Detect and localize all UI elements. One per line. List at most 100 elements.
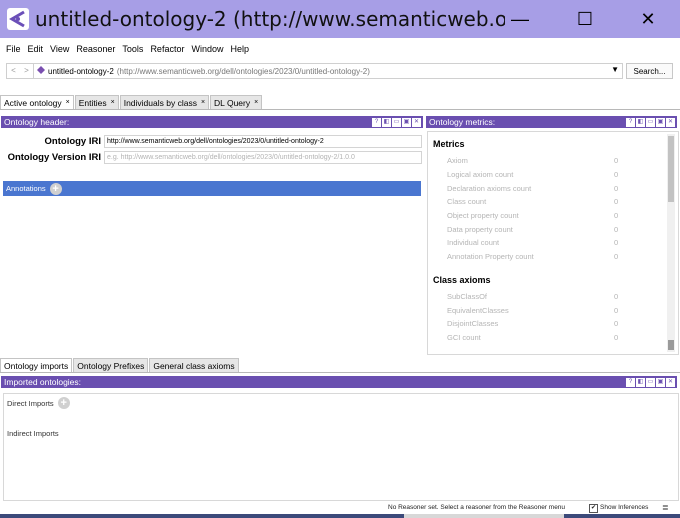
metric-row: Individual count 0 [428, 236, 678, 250]
metric-row: Class count 0 [428, 195, 678, 209]
help-icon[interactable]: ? [626, 378, 635, 387]
help-icon[interactable]: ? [372, 118, 381, 127]
ontology-iri-input[interactable]: http://www.semanticweb.org/dell/ontologi… [104, 135, 422, 148]
add-import-icon[interactable]: + [57, 397, 70, 409]
metric-value: 0 [614, 183, 619, 193]
log-menu-icon[interactable]: ≣ [662, 503, 669, 512]
tab-general-class-axioms[interactable]: General class axioms [149, 358, 239, 372]
metric-value: 0 [614, 197, 619, 207]
imports-list[interactable]: Direct Imports + Indirect Imports [3, 393, 679, 501]
menu-help[interactable]: Help [230, 44, 249, 54]
metric-value: 0 [614, 224, 619, 234]
workspace-tabs: Active ontology × Entities × Individuals… [0, 95, 680, 110]
metrics-list[interactable]: Metrics Axiom 0 Logical axiom count 0 Decl… [427, 131, 679, 355]
tab-close-icon[interactable]: × [254, 99, 258, 106]
split-icon[interactable]: ◧ [636, 378, 645, 387]
forward-button[interactable]: > [20, 64, 33, 78]
metric-label: DisjointClasses [447, 319, 499, 329]
class-axioms-heading: Class axioms [433, 274, 491, 285]
split-icon[interactable]: ◧ [636, 118, 645, 127]
tab-individuals-by-class[interactable]: Individuals by class × [119, 95, 210, 109]
tab-ontology-imports[interactable]: Ontology imports [0, 358, 73, 372]
close-button[interactable]: ✕ [618, 0, 678, 38]
ontology-address-bar: < > untitled-ontology-2 (http://www.sema… [0, 60, 680, 82]
direct-imports-label: Direct Imports [7, 398, 54, 408]
menu-refactor[interactable]: Refactor [150, 44, 184, 54]
tab-label: Ontology imports [4, 360, 69, 371]
metric-value: 0 [614, 332, 619, 342]
tab-close-icon[interactable]: × [66, 99, 70, 106]
tab-close-icon[interactable]: × [201, 99, 205, 106]
indirect-imports-label: Indirect Imports [7, 429, 59, 438]
metric-row: Logical axiom count 0 [428, 168, 678, 182]
panel-title: Imported ontologies: [4, 377, 82, 387]
close-panel-icon[interactable]: ✕ [412, 118, 421, 127]
metric-label: Class count [447, 197, 487, 207]
menu-reasoner[interactable]: Reasoner [76, 44, 115, 54]
float-panel-icon[interactable]: ▣ [402, 118, 411, 127]
float-panel-icon[interactable]: ▣ [656, 378, 665, 387]
menu-view[interactable]: View [50, 44, 69, 54]
menu-file[interactable]: File [6, 44, 21, 54]
annotations-label: Annotations [6, 184, 46, 193]
chevron-down-icon[interactable]: ▼ [611, 65, 619, 74]
tab-dl-query[interactable]: DL Query × [210, 95, 263, 109]
search-button[interactable]: Search... [626, 63, 673, 79]
metric-row: Axiom 0 [428, 154, 678, 168]
show-inferences-checkbox[interactable]: ✔ [589, 504, 598, 513]
minimize-panel-icon[interactable]: ▭ [646, 378, 655, 387]
minimize-panel-icon[interactable]: ▭ [392, 118, 401, 127]
direct-imports-row: Direct Imports + [7, 397, 70, 409]
metric-value: 0 [614, 238, 619, 248]
add-annotation-icon[interactable]: + [49, 182, 62, 195]
tab-ontology-prefixes[interactable]: Ontology Prefixes [73, 358, 149, 372]
metric-row: Annotation Property count 0 [428, 250, 678, 264]
minimize-panel-icon[interactable]: ▭ [646, 118, 655, 127]
metrics-scrollbar[interactable] [667, 134, 675, 352]
float-panel-icon[interactable]: ▣ [656, 118, 665, 127]
maximize-icon: ☐ [576, 8, 594, 29]
taskbar-strip [0, 514, 680, 518]
metric-row: Declaration axioms count 0 [428, 181, 678, 195]
minimize-button[interactable]: — [490, 0, 550, 38]
indirect-imports-row: Indirect Imports [7, 429, 59, 438]
scrollbar-thumb-bottom[interactable] [668, 340, 674, 350]
show-inferences-label: Show Inferences [600, 504, 649, 511]
metric-label: Logical axiom count [447, 170, 514, 180]
metric-label: SubClassOf [447, 291, 488, 301]
tab-label: General class axioms [153, 360, 235, 371]
metric-label: Axiom [447, 156, 468, 166]
reasoner-status-text: No Reasoner set. Select a reasoner from … [388, 504, 566, 511]
metric-label: Declaration axioms count [447, 183, 532, 193]
ontology-version-iri-input[interactable]: e.g. http://www.semanticweb.org/dell/ont… [104, 151, 422, 164]
ontology-diamond-icon [37, 66, 45, 76]
menu-tools[interactable]: Tools [122, 44, 143, 54]
split-icon[interactable]: ◧ [382, 118, 391, 127]
metric-value: 0 [614, 211, 619, 221]
ontology-selector[interactable]: untitled-ontology-2 (http://www.semantic… [33, 63, 623, 79]
metrics-heading: Metrics [433, 139, 465, 149]
menu-edit[interactable]: Edit [28, 44, 44, 54]
tab-close-icon[interactable]: × [111, 99, 115, 106]
metric-row: Object property count 0 [428, 209, 678, 223]
back-button[interactable]: < [7, 64, 20, 78]
status-bar: No Reasoner set. Select a reasoner from … [0, 502, 680, 514]
ontology-header-panel-title: Ontology header: ? ◧ ▭ ▣ ✕ [1, 116, 423, 128]
ontology-name: untitled-ontology-2 [48, 66, 114, 76]
ontology-iri-label: Ontology IRI [44, 136, 101, 147]
help-icon[interactable]: ? [626, 118, 635, 127]
menu-window[interactable]: Window [191, 44, 223, 54]
panel-controls: ? ◧ ▭ ▣ ✕ [371, 118, 421, 127]
close-panel-icon[interactable]: ✕ [666, 378, 675, 387]
close-panel-icon[interactable]: ✕ [666, 118, 675, 127]
metric-value: 0 [614, 252, 619, 262]
tab-entities[interactable]: Entities × [74, 95, 119, 109]
window-title-bar[interactable]: untitled-ontology-2 (http://www.semantic… [0, 0, 680, 38]
maximize-button[interactable]: ☐ [555, 0, 615, 38]
tab-active-ontology[interactable]: Active ontology × [0, 95, 74, 109]
close-icon: ✕ [640, 8, 656, 29]
metric-row: EquivalentClasses 0 [428, 303, 678, 317]
metric-value: 0 [614, 156, 619, 166]
metric-row: SubClassOf 0 [428, 290, 678, 304]
scrollbar-thumb[interactable] [668, 136, 674, 202]
